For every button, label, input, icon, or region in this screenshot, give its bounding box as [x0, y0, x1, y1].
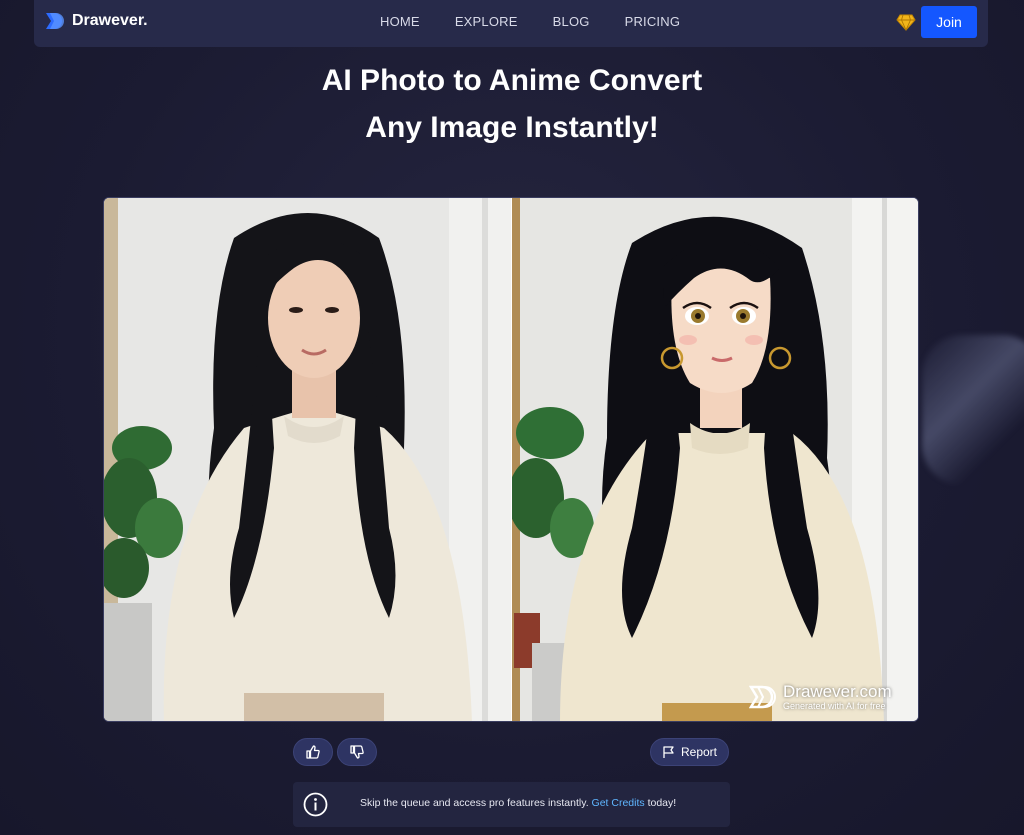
- nav-item-pricing[interactable]: PRICING: [625, 14, 681, 29]
- info-text-before: Skip the queue and access pro features i…: [360, 797, 589, 809]
- nav-links: HOME EXPLORE BLOG PRICING: [380, 14, 715, 29]
- dislike-button[interactable]: [337, 738, 377, 766]
- hero-title-line-2: Any Image Instantly!: [365, 111, 659, 144]
- brand-name: Drawever.: [72, 12, 148, 29]
- nav-item-home[interactable]: HOME: [380, 14, 420, 29]
- diamond-gem-icon[interactable]: [896, 12, 916, 32]
- nav-item-explore[interactable]: EXPLORE: [455, 14, 518, 29]
- watermark-subtitle: Generated with AI for free: [783, 701, 886, 711]
- report-label: Report: [680, 745, 718, 759]
- drawever-watermark: Drawever.com Generated with AI for free: [749, 682, 892, 711]
- thumbs-up-icon: [306, 745, 320, 759]
- anime-result-image: [512, 198, 918, 721]
- get-credits-link[interactable]: Get Credits: [592, 797, 645, 809]
- info-text-after: today!: [647, 797, 677, 809]
- top-navbar: Drawever. HOME EXPLORE BLOG PRICING Join: [34, 0, 988, 47]
- drawever-logo-icon: [46, 13, 64, 29]
- report-button[interactable]: Report: [650, 738, 729, 766]
- brand-logo[interactable]: Drawever.: [44, 10, 148, 32]
- original-photo: [104, 198, 511, 721]
- decorative-light-streak: [922, 335, 1024, 485]
- info-message: Skip the queue and access pro features i…: [360, 797, 676, 809]
- like-button[interactable]: [293, 738, 333, 766]
- join-button[interactable]: Join: [921, 6, 977, 38]
- drawever-watermark-logo-icon: [749, 685, 776, 708]
- before-after-comparison[interactable]: Drawever.com Generated with AI for free: [103, 197, 919, 722]
- flag-icon: [663, 746, 674, 758]
- hero-title-line-1: AI Photo to Anime Convert: [321, 64, 703, 97]
- info-icon: [303, 792, 328, 817]
- watermark-title: Drawever.com: [783, 682, 892, 701]
- thumbs-down-icon: [350, 745, 364, 759]
- credits-info-bar: Skip the queue and access pro features i…: [293, 782, 730, 827]
- nav-item-blog[interactable]: BLOG: [553, 14, 590, 29]
